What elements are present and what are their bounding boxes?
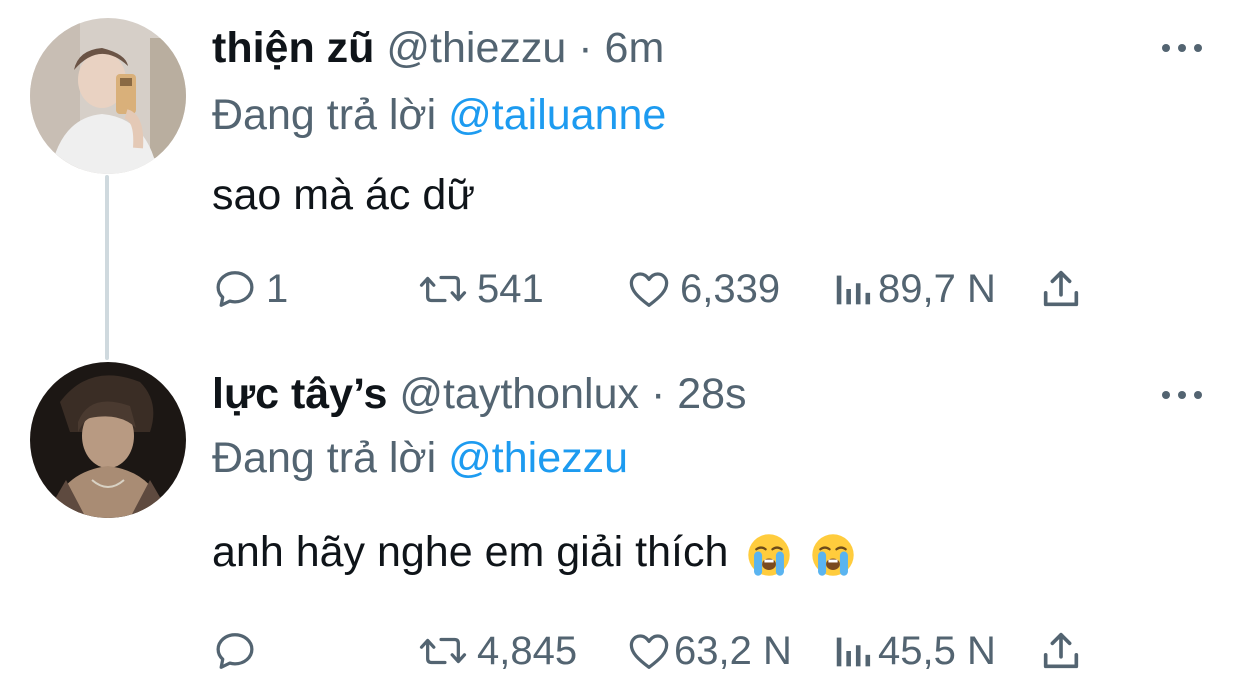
share-icon	[1043, 632, 1079, 669]
views-count: 45,5 N	[878, 628, 996, 673]
separator-dot: ·	[650, 370, 666, 418]
tweet-text: anh hãy nghe em giải thích	[212, 528, 729, 576]
views-button[interactable]: 45,5 N	[832, 626, 996, 676]
views-button[interactable]: 89,7 N	[832, 264, 996, 314]
like-count: 6,339	[680, 266, 781, 311]
views-icon	[836, 637, 871, 667]
reply-count: 1	[266, 266, 289, 311]
share-button[interactable]	[1038, 626, 1084, 676]
reply-button[interactable]: 1	[212, 264, 288, 314]
tweet-actions: 4,845 63,2 N 45,5 N	[212, 626, 1112, 676]
tweet-body: anh hãy nghe em giải thích	[212, 524, 856, 580]
like-count: 63,2 N	[674, 628, 792, 673]
retweet-count: 4,845	[477, 628, 578, 673]
replying-prefix: Đang trả lời	[212, 91, 437, 139]
loudly-crying-face-icon	[746, 532, 792, 578]
retweet-button[interactable]: 4,845	[417, 626, 577, 676]
views-count: 89,7 N	[878, 266, 996, 311]
like-icon	[629, 634, 669, 669]
replying-to: Đang trả lời @tailuanne	[212, 87, 666, 143]
replying-to: Đang trả lời @thiezzu	[212, 430, 628, 486]
more-icon[interactable]	[1162, 389, 1202, 401]
tweet-actions: 1 541 6,339 89,7 N	[212, 264, 1112, 314]
retweet-icon	[419, 275, 467, 303]
retweet-count: 541	[477, 266, 544, 311]
retweet-button[interactable]: 541	[417, 264, 544, 314]
like-icon	[629, 272, 669, 307]
replying-mention[interactable]: @thiezzu	[448, 434, 628, 482]
tweet-header: lực tây’s @taythonlux · 28s	[212, 366, 747, 422]
user-handle[interactable]: @taythonlux	[399, 370, 639, 418]
more-icon[interactable]	[1162, 42, 1202, 54]
replying-prefix: Đang trả lời	[212, 434, 437, 482]
tweet-header: thiện zũ @thiezzu · 6m	[212, 20, 664, 76]
timestamp[interactable]: 28s	[677, 370, 746, 418]
like-button[interactable]: 6,339	[626, 264, 780, 314]
views-icon	[836, 275, 871, 305]
user-handle[interactable]: @thiezzu	[386, 24, 566, 72]
tweet-text: sao mà ác dữ	[212, 171, 476, 219]
avatar-taythonlux[interactable]	[30, 362, 186, 518]
display-name[interactable]: thiện zũ	[212, 24, 374, 72]
like-button[interactable]: 63,2 N	[626, 626, 792, 676]
avatar-thiezzu[interactable]	[30, 18, 186, 174]
reply-icon	[216, 271, 254, 307]
timestamp[interactable]: 6m	[605, 24, 665, 72]
retweet-icon	[419, 637, 467, 665]
display-name[interactable]: lực tây’s	[212, 370, 387, 418]
thread-connector-line	[105, 175, 109, 360]
loudly-crying-face-icon	[810, 532, 856, 578]
replying-mention[interactable]: @tailuanne	[448, 91, 666, 139]
share-button[interactable]	[1038, 264, 1084, 314]
separator-dot: ·	[578, 24, 593, 72]
reply-button[interactable]	[212, 626, 266, 676]
reply-icon	[216, 633, 254, 669]
share-icon	[1043, 270, 1079, 307]
